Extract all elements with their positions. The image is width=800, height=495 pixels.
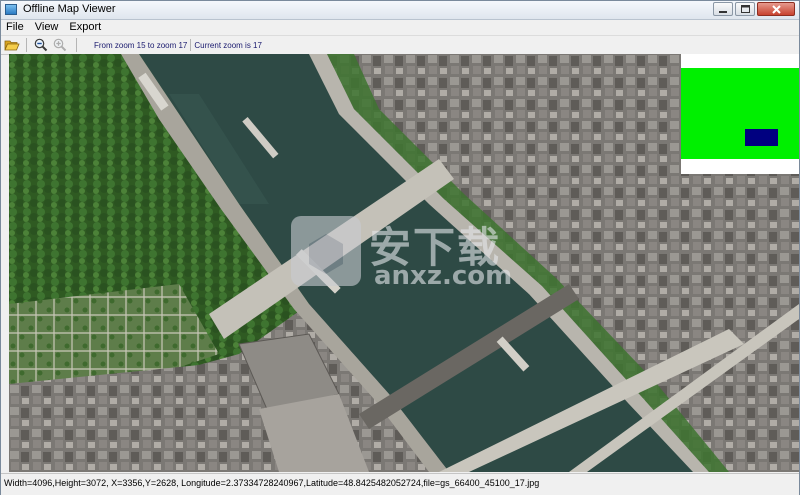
toolbar-separator (76, 38, 77, 52)
zoom-out-icon (34, 38, 48, 52)
title-bar: Offline Map Viewer (1, 1, 799, 20)
menu-export[interactable]: Export (64, 21, 107, 33)
zoom-range-label: From zoom 15 to zoom 17 (94, 40, 188, 50)
status-bar: Width=4096,Height=3072, X=3356,Y=2628, L… (1, 473, 799, 495)
menu-file[interactable]: File (1, 21, 30, 33)
minimize-icon (719, 11, 727, 13)
app-icon (5, 4, 17, 15)
overview-viewport-indicator[interactable] (745, 129, 778, 146)
menu-bar: File View Export (1, 20, 799, 34)
overview-minimap[interactable] (681, 54, 799, 174)
map-view[interactable]: 安下载 anxz.com (9, 54, 799, 472)
watermark-logo (291, 216, 361, 286)
toolbar: From zoom 15 to zoom 17 Current zoom is … (1, 35, 799, 55)
minimize-button[interactable] (713, 2, 733, 16)
folder-open-icon (4, 40, 20, 51)
menu-view[interactable]: View (30, 21, 65, 33)
toolbar-separator (26, 38, 27, 52)
zoom-in-button[interactable] (52, 37, 68, 53)
window-controls (713, 2, 795, 17)
overview-extent (681, 68, 799, 159)
close-button[interactable] (757, 2, 795, 16)
close-icon (771, 4, 781, 14)
zoom-out-button[interactable] (33, 37, 49, 53)
maximize-button[interactable] (735, 2, 755, 16)
open-button[interactable] (4, 37, 20, 53)
app-window: Offline Map Viewer File View Export From… (0, 0, 800, 495)
current-zoom-label: Current zoom is 17 (194, 40, 262, 50)
watermark-subtext: anxz.com (374, 261, 513, 291)
window-title: Offline Map Viewer (23, 3, 116, 15)
status-text: Width=4096,Height=3072, X=3356,Y=2628, L… (4, 478, 540, 488)
maximize-icon (740, 5, 750, 13)
zoom-in-icon (53, 38, 67, 52)
